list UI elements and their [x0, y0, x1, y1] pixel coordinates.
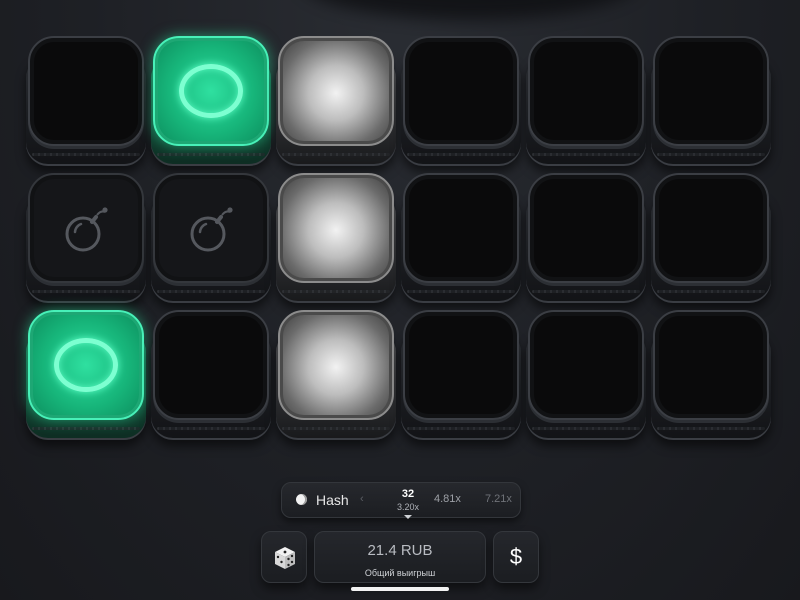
tile-face	[153, 173, 269, 283]
algorithm-label[interactable]: Hash	[316, 492, 349, 508]
tile-bomb[interactable]	[26, 173, 146, 303]
tile-empty[interactable]	[401, 36, 521, 166]
tile-empty[interactable]	[651, 36, 771, 166]
home-indicator	[351, 587, 449, 591]
tile-gem[interactable]	[151, 36, 271, 166]
tile-gem[interactable]	[26, 310, 146, 440]
tile-face	[528, 36, 644, 146]
option-count: 32	[401, 488, 415, 500]
dice-icon	[275, 547, 295, 569]
tile-empty[interactable]	[401, 173, 521, 303]
tile-face	[28, 173, 144, 283]
cashout-button[interactable]: $	[493, 531, 539, 583]
caret-down-icon	[404, 515, 412, 519]
tile-face	[278, 173, 394, 283]
tile-empty[interactable]	[401, 310, 521, 440]
bet-selector-bar[interactable]: Hash ‹ 32 3.20x 4.81x 7.21x	[281, 482, 521, 519]
tile-face	[278, 310, 394, 420]
win-amount: 21.4 RUB	[367, 542, 433, 559]
ring-icon	[54, 338, 118, 392]
tile-silver[interactable]	[276, 36, 396, 166]
tile-face	[28, 310, 144, 420]
tile-face	[528, 310, 644, 420]
tile-empty[interactable]	[651, 173, 771, 303]
tile-empty[interactable]	[151, 310, 271, 440]
tile-face	[278, 36, 394, 146]
bomb-icon	[65, 207, 108, 252]
top-shadow	[300, 0, 640, 20]
multiplier-option-selected[interactable]: 32 3.20x	[388, 488, 428, 519]
tile-empty[interactable]	[526, 310, 646, 440]
tile-silver[interactable]	[276, 310, 396, 440]
tile-empty[interactable]	[526, 36, 646, 166]
tile-face	[403, 36, 519, 146]
tile-bomb[interactable]	[151, 173, 271, 303]
coin-icon	[296, 494, 307, 505]
chevron-left-icon[interactable]: ‹	[360, 493, 364, 505]
tile-face	[403, 310, 519, 420]
tile-face	[528, 173, 644, 283]
tile-face	[28, 36, 144, 146]
tile-face	[653, 36, 769, 146]
tile-empty[interactable]	[26, 36, 146, 166]
win-label: Общий выигрыш	[364, 568, 436, 578]
tile-face	[153, 36, 269, 146]
option-multiplier: 3.20x	[396, 502, 420, 512]
tile-face	[653, 310, 769, 420]
tile-empty[interactable]	[526, 173, 646, 303]
tile-face	[403, 173, 519, 283]
bomb-icon	[190, 207, 233, 252]
game-board	[26, 36, 776, 466]
multiplier-option[interactable]: 4.81x	[434, 493, 461, 505]
multiplier-option[interactable]: 7.21x	[485, 493, 512, 505]
tile-empty[interactable]	[651, 310, 771, 440]
ring-icon	[179, 64, 243, 118]
tile-face	[153, 310, 269, 420]
tile-silver[interactable]	[276, 173, 396, 303]
random-pick-button[interactable]	[261, 531, 307, 583]
tile-face	[653, 173, 769, 283]
total-win-panel[interactable]: 21.4 RUB Общий выигрыш	[314, 531, 486, 583]
dollar-icon: $	[509, 544, 523, 569]
